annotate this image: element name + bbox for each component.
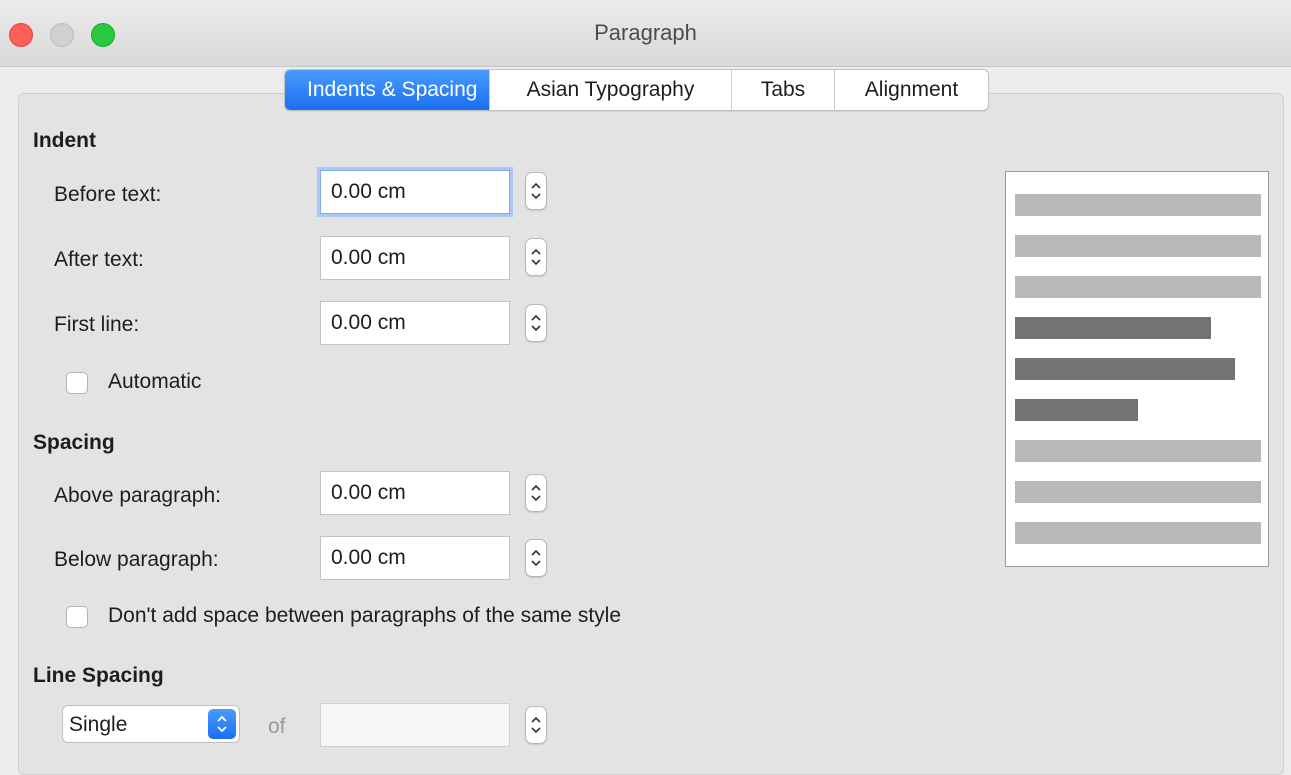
stepper-arrows-icon	[531, 549, 541, 567]
paragraph-preview	[1005, 171, 1269, 567]
automatic-label: Automatic	[108, 370, 202, 393]
above-paragraph-stepper[interactable]	[525, 474, 547, 512]
after-text-label: After text:	[54, 248, 144, 271]
preview-line	[1015, 276, 1261, 298]
window-title: Paragraph	[594, 20, 697, 45]
preview-line	[1015, 440, 1261, 462]
preview-line-current	[1015, 399, 1138, 421]
after-text-field[interactable]: 0.00 cm	[320, 236, 510, 280]
line-spacing-heading: Line Spacing	[33, 664, 164, 687]
spacing-heading: Spacing	[33, 431, 115, 454]
first-line-label: First line:	[54, 313, 140, 336]
tab-indents-spacing[interactable]: Indents & Spacing	[285, 70, 489, 110]
of-label: of	[268, 715, 286, 738]
preview-line-current	[1015, 317, 1211, 339]
dont-add-space-label: Don't add space between paragraphs of th…	[108, 604, 621, 627]
stepper-arrows-icon	[531, 182, 541, 200]
line-spacing-stepper[interactable]	[525, 706, 547, 744]
before-text-stepper[interactable]	[525, 172, 547, 210]
before-text-field[interactable]: 0.00 cm	[320, 170, 510, 214]
preview-line	[1015, 194, 1261, 216]
line-spacing-selected-value: Single	[69, 713, 128, 736]
preview-line-current	[1015, 358, 1235, 380]
tab-alignment[interactable]: Alignment	[834, 70, 988, 110]
first-line-stepper[interactable]	[525, 304, 547, 342]
select-arrows-icon	[208, 709, 236, 739]
stepper-arrows-icon	[531, 716, 541, 734]
tab-asian-typography[interactable]: Asian Typography	[489, 70, 731, 110]
indent-heading: Indent	[33, 129, 96, 152]
automatic-checkbox[interactable]	[66, 372, 88, 394]
above-paragraph-label: Above paragraph:	[54, 484, 221, 507]
below-paragraph-stepper[interactable]	[525, 539, 547, 577]
stepper-arrows-icon	[531, 314, 541, 332]
below-paragraph-label: Below paragraph:	[54, 548, 219, 571]
dont-add-space-checkbox[interactable]	[66, 606, 88, 628]
preview-line	[1015, 522, 1261, 544]
title-bar: Paragraph	[0, 0, 1291, 67]
tab-bar: Indents & Spacing Asian Typography Tabs …	[284, 69, 989, 111]
line-spacing-value-field[interactable]	[320, 703, 510, 747]
above-paragraph-field[interactable]: 0.00 cm	[320, 471, 510, 515]
after-text-stepper[interactable]	[525, 238, 547, 276]
before-text-label: Before text:	[54, 183, 162, 206]
stepper-arrows-icon	[531, 248, 541, 266]
below-paragraph-field[interactable]: 0.00 cm	[320, 536, 510, 580]
line-spacing-select[interactable]: Single	[62, 705, 240, 743]
first-line-field[interactable]: 0.00 cm	[320, 301, 510, 345]
preview-line	[1015, 481, 1261, 503]
tab-tabs[interactable]: Tabs	[731, 70, 834, 110]
stepper-arrows-icon	[531, 484, 541, 502]
preview-line	[1015, 235, 1261, 257]
